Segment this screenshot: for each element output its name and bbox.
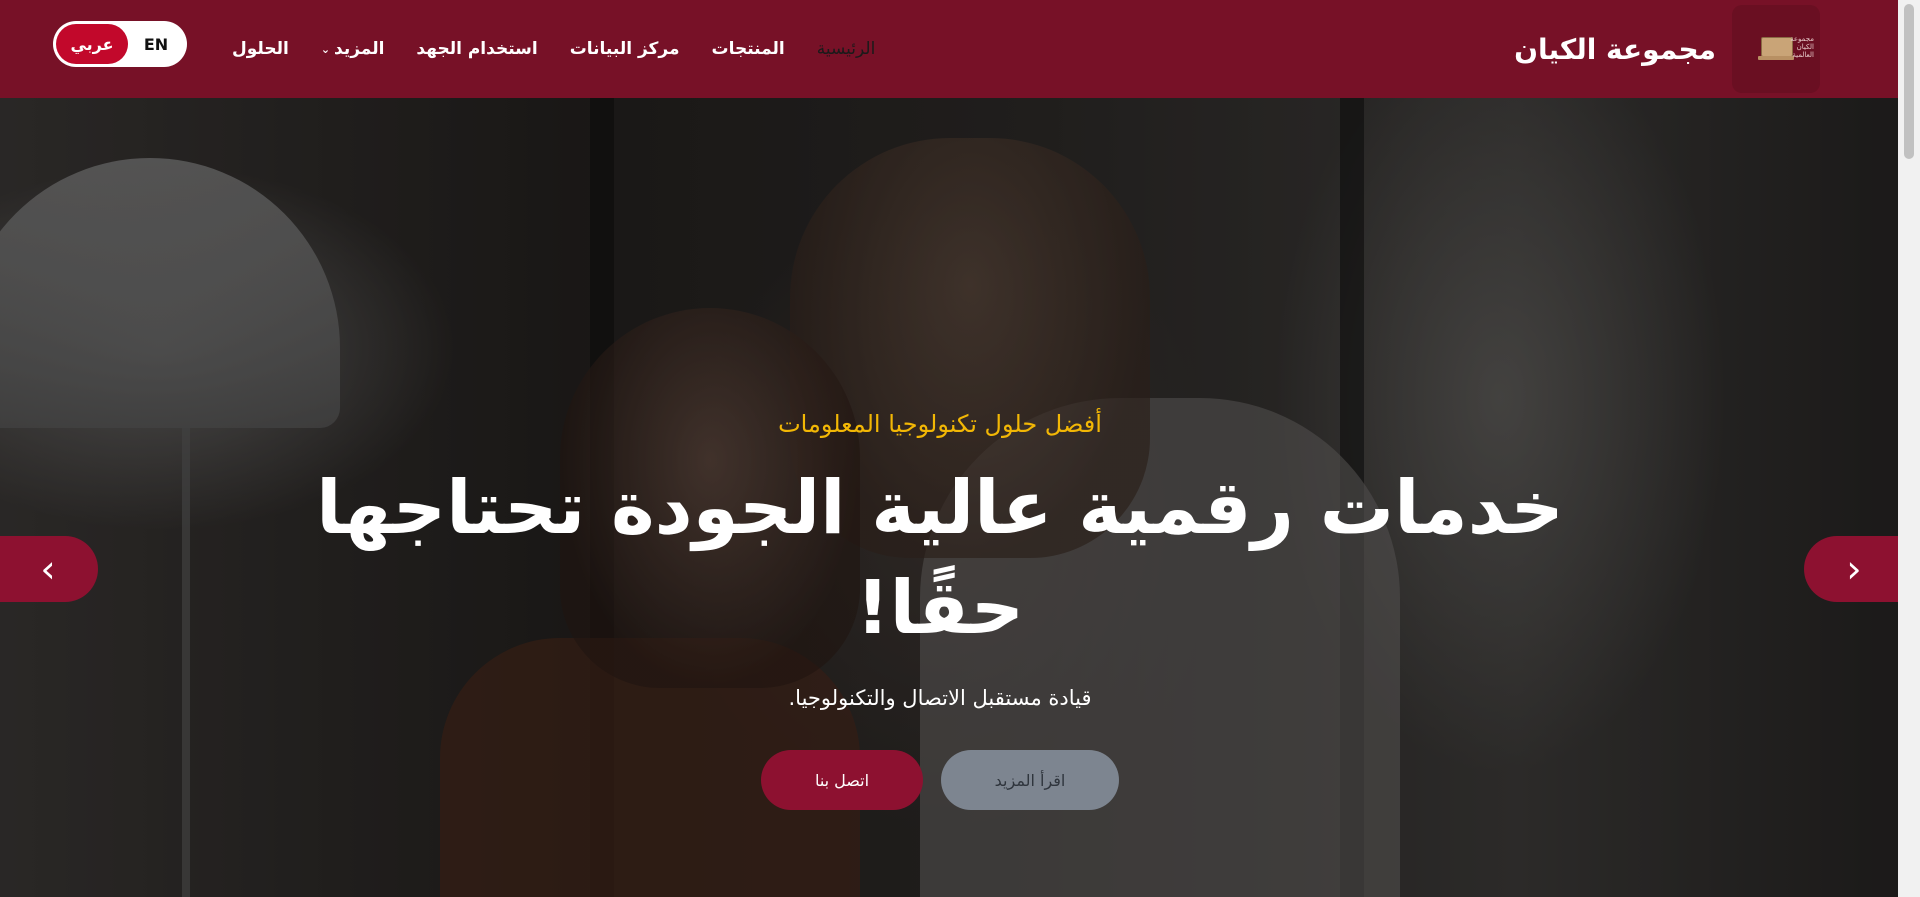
chevron-left-icon: ‹ [40, 547, 56, 591]
main-nav: الرئيسية المنتجات مركز البيانات استخدام … [200, 0, 875, 98]
language-toggle[interactable]: عربي EN [53, 21, 187, 67]
hero-title: خدمات رقمية عالية الجودة تحتاجها حقًا! [316, 465, 1564, 651]
lang-english-option[interactable]: EN [128, 35, 184, 54]
read-more-button[interactable]: اقرأ المزيد [941, 750, 1119, 810]
lang-arabic-option[interactable]: عربي [56, 24, 128, 64]
brand[interactable]: مجموعة الكيان العالمية مجموعة الكيان [1514, 0, 1820, 98]
nav-item-home[interactable]: الرئيسية [817, 39, 876, 59]
hero-eyebrow: أفضل حلول تكنولوجيا المعلومات [778, 410, 1102, 438]
hero-carousel: أفضل حلول تكنولوجيا المعلومات خدمات رقمي… [0, 98, 1898, 897]
hero-content: أفضل حلول تكنولوجيا المعلومات خدمات رقمي… [0, 98, 1898, 897]
chevron-right-icon: › [1846, 547, 1862, 591]
nav-item-more-label: المزيد [334, 39, 385, 59]
carousel-next-button[interactable]: › [1804, 536, 1904, 602]
logo-text: مجموعة الكيان العالمية [1790, 35, 1814, 59]
nav-item-products[interactable]: المنتجات [712, 39, 785, 59]
carousel-prev-button[interactable]: ‹ [0, 536, 98, 602]
nav-item-power-usage[interactable]: استخدام الجهد [416, 39, 537, 59]
contact-us-button[interactable]: اتصل بنا [761, 750, 923, 810]
page-scrollbar[interactable] [1898, 0, 1920, 897]
top-navbar: مجموعة الكيان العالمية مجموعة الكيان الر… [0, 0, 1898, 98]
nav-item-solutions[interactable]: الحلول [232, 39, 289, 59]
scrollbar-thumb[interactable] [1904, 4, 1914, 159]
brand-name: مجموعة الكيان [1514, 32, 1716, 66]
nav-item-more[interactable]: المزيد ⌄ [321, 39, 385, 59]
logo[interactable]: مجموعة الكيان العالمية [1732, 5, 1820, 93]
hero-subtitle: قيادة مستقبل الاتصال والتكنولوجيا. [788, 686, 1092, 710]
nav-item-data-center[interactable]: مركز البيانات [570, 39, 680, 59]
chevron-down-icon: ⌄ [320, 42, 331, 56]
